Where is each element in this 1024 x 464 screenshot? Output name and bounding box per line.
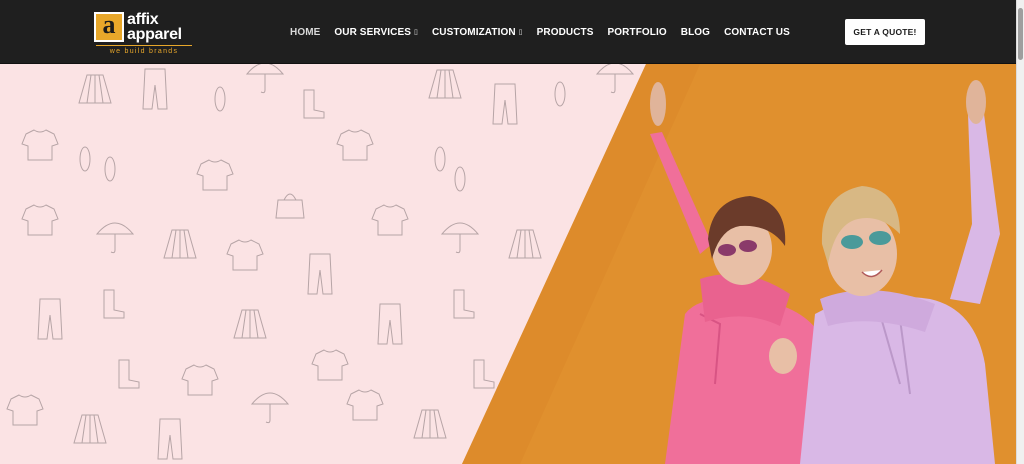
scrollbar-thumb[interactable] <box>1018 8 1023 60</box>
nav-customization[interactable]: CUSTOMIZATION ▯ <box>432 27 523 38</box>
page-scrollbar[interactable] <box>1016 0 1024 464</box>
dropdown-caret-icon: ▯ <box>518 29 523 36</box>
get-a-quote-button[interactable]: GET A QUOTE! <box>845 19 925 45</box>
logo-tagline: we build brands <box>96 45 192 55</box>
brand-logo[interactable]: a affix apparel we build brands <box>94 10 194 56</box>
hero-banner <box>0 64 1016 464</box>
logo-mark: a <box>94 12 124 42</box>
nav-contact-us[interactable]: CONTACT US <box>724 27 790 38</box>
nav-products[interactable]: PRODUCTS <box>537 27 594 38</box>
nav-blog[interactable]: BLOG <box>681 27 710 38</box>
logo-wordmark: affix apparel <box>127 11 182 43</box>
main-nav: HOME OUR SERVICES ▯ CUSTOMIZATION ▯ PRODUC… <box>290 0 804 64</box>
dropdown-caret-icon: ▯ <box>414 29 418 36</box>
hero-photo-two-women-in-hoodies <box>462 64 1016 464</box>
nav-our-services[interactable]: OUR SERVICES ▯ <box>334 27 418 38</box>
nav-portfolio[interactable]: PORTFOLIO <box>608 27 667 38</box>
site-header: a affix apparel we build brands HOME OUR… <box>0 0 1016 64</box>
nav-home[interactable]: HOME <box>290 27 320 38</box>
